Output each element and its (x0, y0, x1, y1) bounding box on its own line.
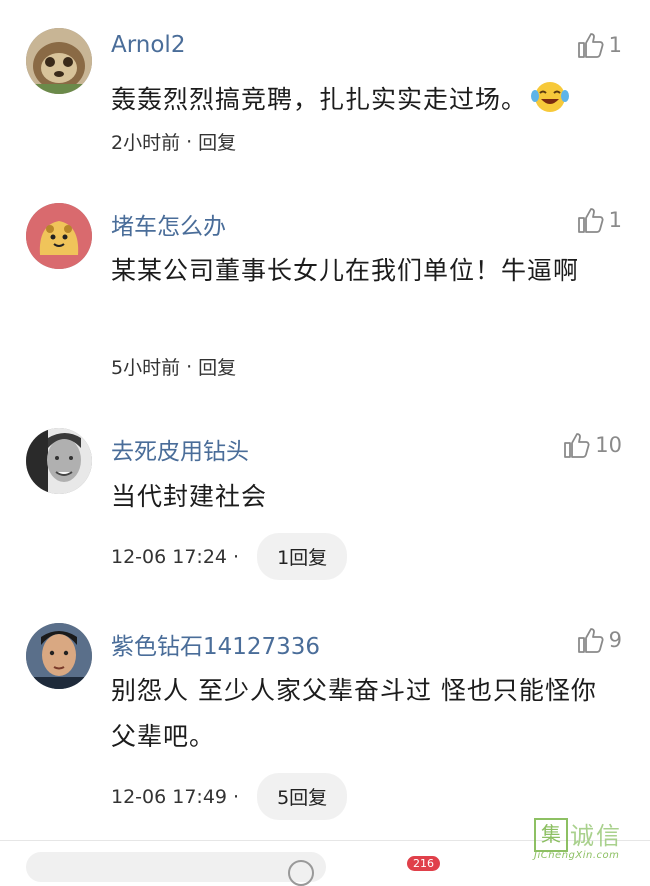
man-photo-avatar-image (26, 623, 92, 689)
separator-dot: · (233, 785, 240, 808)
laughing-crying-emoji-icon (531, 82, 570, 112)
reply-link[interactable]: 回复 (198, 353, 236, 380)
comment-text: 轰轰烈烈搞竞聘，扎扎实实走过场。 (111, 85, 528, 114)
replies-button[interactable]: 5回复 (257, 773, 348, 820)
comment-meta: 2小时前 · 回复 (111, 128, 236, 155)
emoji-icon[interactable] (288, 860, 314, 886)
separator-dot: · (186, 130, 193, 153)
comment-meta: 12-06 17:49 · 5回复 (111, 773, 348, 820)
like-button[interactable]: 1 (575, 205, 622, 235)
thumbs-up-icon (564, 433, 590, 458)
grayscale-man-avatar-image (26, 428, 92, 494)
username[interactable]: Arnol2 (111, 32, 185, 58)
comment-text: 当代封建社会 (111, 482, 268, 511)
avatar[interactable] (26, 203, 92, 269)
replies-button[interactable]: 1回复 (257, 533, 348, 580)
username[interactable]: 去死皮用钻头 (111, 432, 249, 466)
reply-link[interactable]: 回复 (198, 128, 236, 155)
like-count: 1 (608, 208, 622, 232)
username[interactable]: 堵车怎么办 (111, 207, 226, 241)
watermark-url: JiChengXin.com (534, 850, 620, 861)
thumbs-up-icon (577, 33, 604, 58)
username[interactable]: 紫色钻石14127336 (111, 627, 320, 661)
like-button[interactable]: 9 (575, 625, 622, 655)
comment-text: 某某公司董事长女儿在我们单位！牛逼啊 (111, 256, 580, 285)
comment-count-badge: 216 (407, 856, 440, 871)
separator-dot: · (233, 545, 240, 568)
sloth-avatar-image (26, 28, 92, 94)
thumbs-up-icon (577, 208, 604, 233)
thumbs-up-icon (577, 628, 604, 653)
like-count: 9 (608, 628, 622, 652)
timestamp: 12-06 17:24 (111, 545, 228, 568)
timestamp: 5小时前 (111, 357, 181, 379)
watermark-logo: 集 诚信 JiChengXin.com (534, 816, 648, 864)
like-button[interactable]: 1 (575, 30, 622, 60)
timestamp: 2小时前 (111, 132, 181, 154)
like-count: 10 (595, 433, 622, 457)
like-button[interactable]: 10 (561, 430, 622, 460)
comment-meta: 5小时前 · 回复 (111, 353, 236, 380)
comment-text-row: 轰轰烈烈搞竞聘，扎扎实实走过场。 (111, 77, 614, 123)
timestamp: 12-06 17:49 (111, 785, 228, 808)
like-count: 1 (608, 33, 622, 57)
avatar[interactable] (26, 623, 92, 689)
cartoon-bread-avatar-image (26, 203, 92, 269)
comment-input[interactable] (26, 852, 326, 882)
avatar[interactable] (26, 28, 92, 94)
watermark-box: 集 (534, 818, 568, 852)
comment-text: 别怨人 至少人家父辈奋斗过 怪也只能怪你父辈吧。 (111, 676, 597, 751)
avatar[interactable] (26, 428, 92, 494)
separator-dot: · (186, 355, 193, 378)
comment-meta: 12-06 17:24 · 1回复 (111, 533, 348, 580)
watermark-text: 诚信 (570, 822, 622, 850)
